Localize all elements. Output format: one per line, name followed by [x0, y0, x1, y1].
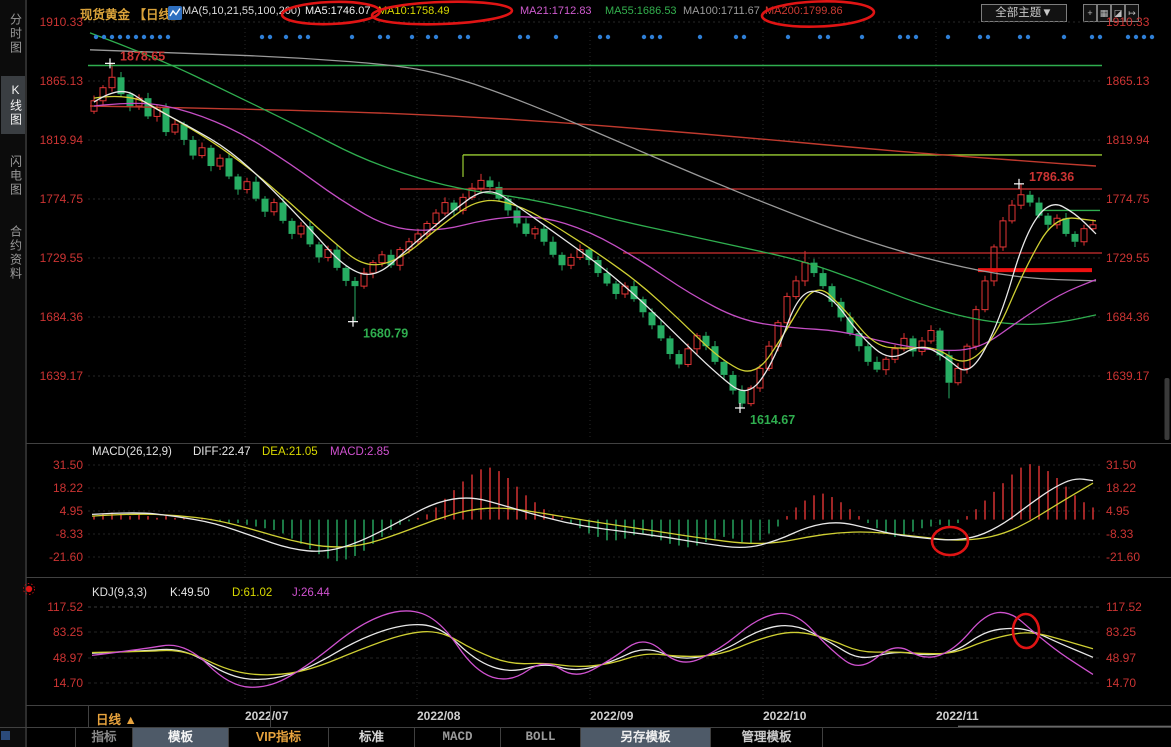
indicator-value-label: K:49.50 [170, 587, 210, 599]
tab-标准[interactable]: 标准 [329, 728, 415, 747]
axis-tick-label: 1639.17 [1106, 369, 1149, 383]
axis-tick-label: 48.97 [53, 651, 83, 665]
axis-tick-label: 31.50 [53, 458, 83, 472]
axis-tick-label: 14.70 [53, 676, 83, 690]
sidebar-item-分时图[interactable]: 分时图 [1, 6, 25, 62]
axis-tick-label: 1910.33 [40, 15, 83, 29]
svg-text:1680.79: 1680.79 [363, 327, 408, 341]
axis-tick-label: 83.25 [53, 625, 83, 639]
axis-tick-label: 1819.94 [40, 133, 83, 147]
ma-value-label: MA55:1686.53 [605, 5, 677, 17]
tab-模板[interactable]: 模板 [133, 728, 229, 747]
sidebar-item-合约资料[interactable]: 合约资料 [1, 218, 25, 288]
month-label: 2022/09 [590, 709, 633, 723]
axis-tick-label: 1865.13 [40, 74, 83, 88]
tab-VIP指标[interactable]: VIP指标 [229, 728, 329, 747]
left-chart-type-sidebar: 分时图 K线图闪电图合约资料 [0, 0, 26, 747]
ma-value-label: MA100:1711.67 [683, 5, 760, 17]
kline-badge-icon [168, 6, 182, 25]
axis-tick-label: 14.70 [1106, 676, 1136, 690]
chart-canvas[interactable]: 1878.65 1786.36 1680.79 1614.67 [0, 0, 1171, 747]
svg-text:1878.65: 1878.65 [120, 49, 165, 63]
axis-tick-label: 117.52 [1106, 600, 1142, 614]
indicator-value-label: MACD:2.85 [330, 446, 389, 458]
axis-tick-label: 4.95 [60, 504, 83, 518]
period-selector[interactable]: 日线 ▲ [96, 709, 137, 728]
bottom-tab-bar: 指标模板VIP指标标准MACDBOLL另存模板管理模板 [75, 728, 823, 747]
ma-value-label: MA(5,10,21,55,100,200) [182, 5, 301, 17]
axis-tick-label: 1639.17 [40, 369, 83, 383]
pan-crosshair-icon[interactable]: + [1083, 4, 1097, 22]
axis-tick-label: 1910.33 [1106, 15, 1149, 29]
axis-tick-label: 1729.55 [1106, 251, 1149, 265]
tab-BOLL[interactable]: BOLL [501, 728, 581, 747]
corner-chip [1, 731, 10, 740]
axis-tick-label: 1865.13 [1106, 74, 1149, 88]
axis-tick-label: 117.52 [47, 600, 83, 614]
tab-管理模板[interactable]: 管理模板 [711, 728, 823, 747]
ma-value-label: MA10:1758.49 [378, 5, 450, 17]
month-label: 2022/08 [417, 709, 460, 723]
svg-text:1786.36: 1786.36 [1029, 170, 1074, 184]
ma-value-label: MA5:1746.07 [305, 5, 370, 17]
axis-tick-label: -8.33 [56, 527, 83, 541]
theme-dropdown-button[interactable]: 全部主题▼ [981, 4, 1067, 22]
axis-tick-label: 1774.75 [1106, 192, 1149, 206]
sidebar-item-闪电图[interactable]: 闪电图 [1, 148, 25, 204]
month-label: 2022/11 [936, 709, 979, 723]
tab-MACD[interactable]: MACD [415, 728, 501, 747]
month-label: 2022/07 [245, 709, 288, 723]
indicator-value-label: MACD(26,12,9) [92, 446, 172, 458]
indicator-value-label: J:26.44 [292, 587, 330, 599]
indicator-value-label: DIFF:22.47 [193, 446, 251, 458]
axis-tick-label: 1684.36 [1106, 310, 1149, 324]
axis-tick-label: 48.97 [1106, 651, 1136, 665]
indicator-value-label: KDJ(9,3,3) [92, 587, 147, 599]
indicator-value-label: D:61.02 [232, 587, 272, 599]
axis-tick-label: 31.50 [1106, 458, 1136, 472]
month-label: 2022/10 [763, 709, 806, 723]
axis-tick-label: 1774.75 [40, 192, 83, 206]
tab-另存模板[interactable]: 另存模板 [581, 728, 711, 747]
axis-tick-label: 4.95 [1106, 504, 1129, 518]
sidebar-item-K线图[interactable]: K线图 [1, 76, 25, 134]
axis-tick-label: 83.25 [1106, 625, 1136, 639]
axis-tick-label: 1819.94 [1106, 133, 1149, 147]
axis-tick-label: 1729.55 [40, 251, 83, 265]
axis-tick-label: 18.22 [53, 481, 83, 495]
axis-tick-label: 1684.36 [40, 310, 83, 324]
tab-指标[interactable]: 指标 [75, 728, 133, 747]
svg-text:1614.67: 1614.67 [750, 413, 795, 427]
axis-tick-label: -8.33 [1106, 527, 1133, 541]
ma-value-label: MA21:1712.83 [520, 5, 592, 17]
indicator-value-label: DEA:21.05 [262, 446, 318, 458]
axis-tick-label: 18.22 [1106, 481, 1136, 495]
axis-tick-label: -21.60 [49, 550, 83, 564]
ma-value-label: MA200:1799.86 [765, 5, 843, 17]
axis-tick-label: -21.60 [1106, 550, 1140, 564]
